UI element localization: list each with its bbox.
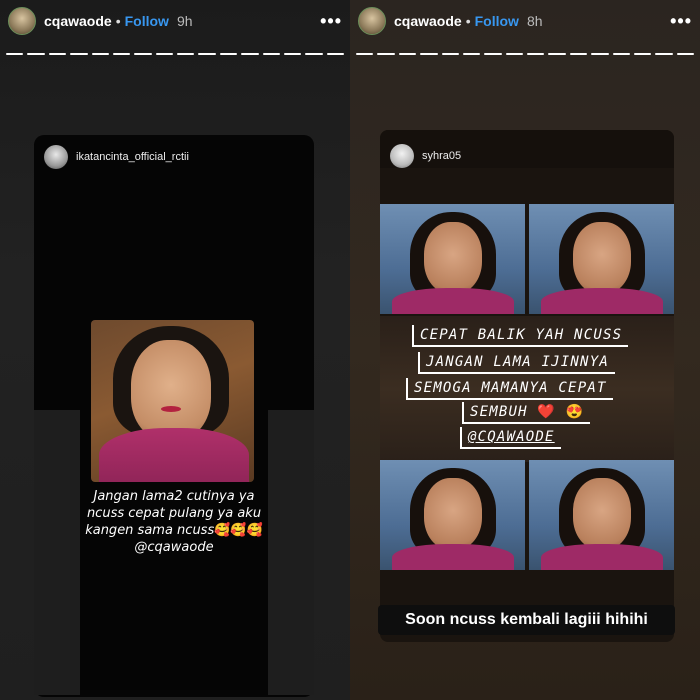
mention-sticker[interactable]: @CQAWAODE	[460, 427, 561, 449]
photo-face	[131, 340, 211, 440]
separator-dot: •	[115, 13, 121, 29]
text-sticker: SEMOGA MAMANYA CEPAT	[406, 378, 613, 400]
follow-button[interactable]: Follow	[475, 13, 519, 29]
heart-emoji-icon: ❤️	[537, 404, 557, 420]
text-sticker: JANGAN LAMA IJINNYA	[418, 352, 615, 374]
story-header: cqawaode • Follow 9h •••	[0, 4, 350, 38]
story-caption: Jangan lama2 cutinya ya ncuss cepat pula…	[34, 488, 314, 556]
separator-dot: •	[465, 13, 471, 29]
mention-link[interactable]: @cqawaode	[34, 539, 314, 556]
story-header: cqawaode • Follow 8h •••	[350, 4, 700, 38]
caption-line: ncuss cepat pulang ya aku	[86, 506, 262, 521]
photo-tile	[380, 204, 525, 314]
shared-user-avatar[interactable]	[390, 144, 414, 168]
shared-username[interactable]: ikatancinta_official_rctii	[76, 151, 189, 163]
username[interactable]: cqawaode	[44, 13, 112, 29]
shared-photo	[91, 320, 254, 482]
shared-user-avatar[interactable]	[44, 145, 68, 169]
photo-tile	[380, 460, 525, 570]
more-options-icon[interactable]: •••	[320, 11, 342, 32]
story-timestamp: 8h	[526, 13, 543, 29]
more-options-icon[interactable]: •••	[670, 11, 692, 32]
caption-line: kangen sama ncuss🥰🥰🥰	[85, 523, 263, 538]
photo-dress	[99, 428, 249, 482]
story-left[interactable]: cqawaode • Follow 9h ••• ikatancinta_off…	[0, 0, 350, 700]
photo-tile	[529, 204, 674, 314]
photo-tile	[529, 460, 674, 570]
user-avatar[interactable]	[8, 7, 36, 35]
user-avatar[interactable]	[358, 7, 386, 35]
smiling-hearts-emoji-icon: 🥰🥰🥰	[214, 523, 263, 538]
caption-line: Jangan lama2 cutinya ya	[93, 489, 255, 504]
story-right[interactable]: cqawaode • Follow 8h ••• syhra05 CEPAT B…	[350, 0, 700, 700]
shared-post-header: ikatancinta_official_rctii	[44, 145, 189, 169]
story-caption: Soon ncuss kembali lagiii hihihi	[378, 605, 675, 635]
heart-eyes-emoji-icon: 😍	[565, 404, 585, 420]
story-timestamp: 9h	[176, 13, 193, 29]
shared-username[interactable]: syhra05	[422, 150, 461, 162]
username[interactable]: cqawaode	[394, 13, 462, 29]
story-progress-bar	[356, 53, 694, 56]
shared-post-card[interactable]: ikatancinta_official_rctii Jangan lama2 …	[34, 135, 314, 697]
text-sticker: CEPAT BALIK YAH NCUSS	[412, 325, 629, 347]
text-sticker: SEMBUH ❤️ 😍	[462, 402, 591, 424]
follow-button[interactable]: Follow	[125, 13, 169, 29]
shared-post-header: syhra05	[390, 144, 461, 168]
story-progress-bar	[6, 53, 344, 56]
